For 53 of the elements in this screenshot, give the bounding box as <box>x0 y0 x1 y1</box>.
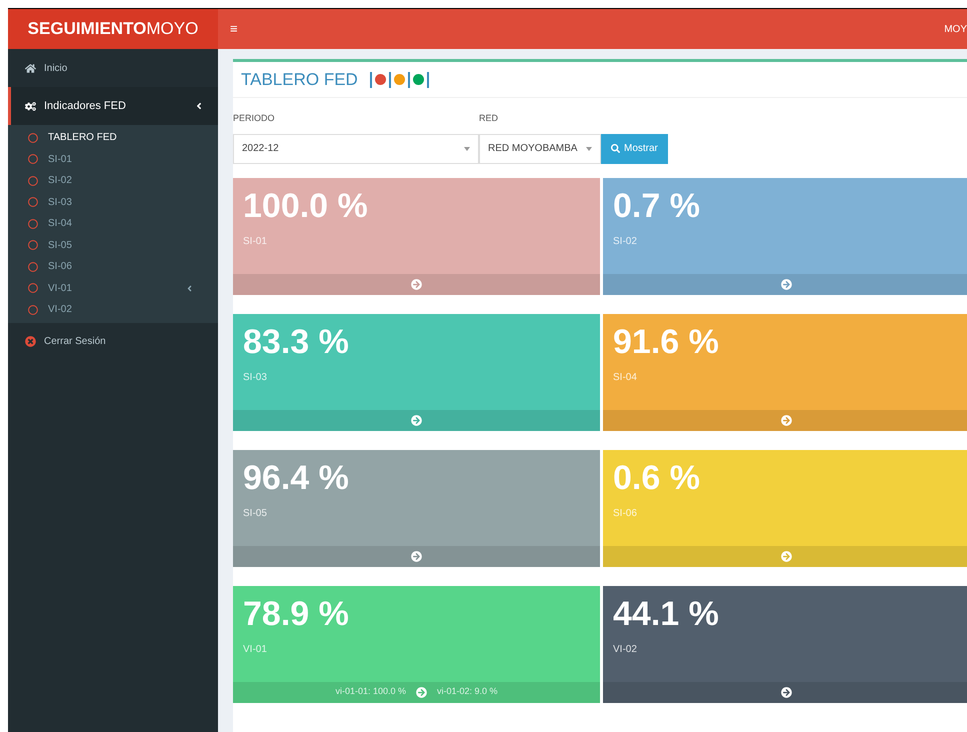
dropdown-caret-icon <box>586 146 592 150</box>
home-icon <box>25 62 36 74</box>
sidebar-item[interactable]: Cerrar Sesión <box>8 322 218 360</box>
gears-icon <box>25 100 36 112</box>
stat-value: 91.6 % <box>613 322 720 362</box>
card-footer[interactable] <box>233 274 600 294</box>
stat-label: SI-06 <box>613 506 637 520</box>
search-icon <box>611 144 620 153</box>
card-footer[interactable] <box>603 682 967 702</box>
caret-icon <box>194 101 204 111</box>
panel-title: TABLERO FED <box>241 68 358 91</box>
submenu-item[interactable]: SI-03 <box>8 192 218 213</box>
submenu-item[interactable]: SI-02 <box>8 170 218 192</box>
card-footer[interactable] <box>233 410 600 430</box>
submenu-item[interactable]: VI-02 <box>8 299 218 320</box>
card-footer[interactable] <box>603 410 967 430</box>
stat-label: SI-02 <box>613 234 637 248</box>
filter-label: PERIODO <box>233 112 276 125</box>
submenu-item[interactable]: SI-06 <box>8 256 218 278</box>
submenu-item[interactable]: SI-01 <box>8 148 218 170</box>
submenu-item[interactable]: VI-01 <box>8 278 218 299</box>
stat-value: 44.1 % <box>613 594 720 634</box>
stat-label: SI-05 <box>243 506 267 520</box>
user-name[interactable]: MOY <box>944 22 967 36</box>
stat-label: VI-01 <box>243 642 267 656</box>
stat-value: 0.7 % <box>613 186 701 226</box>
footer-text: vi-01-02: 9.0 % <box>437 685 498 698</box>
dropdown-caret-icon <box>464 146 470 150</box>
logo[interactable]: SEGUIMIENTOMOYO <box>8 9 218 49</box>
stat-label: SI-03 <box>243 370 267 384</box>
card-footer[interactable] <box>233 546 600 566</box>
filter-label: RED <box>479 112 500 125</box>
menu-toggle[interactable]: ≡ <box>230 19 238 39</box>
submenu-item[interactable]: TABLERO FED <box>8 127 218 148</box>
sidebar-item[interactable]: Inicio <box>8 49 218 87</box>
stat-value: 83.3 % <box>243 322 350 362</box>
stat-label: VI-02 <box>613 642 637 656</box>
close-icon <box>25 336 36 347</box>
card-footer[interactable] <box>603 546 967 566</box>
select-field[interactable]: 2022-12 <box>233 134 479 164</box>
stat-value: 78.9 % <box>243 594 350 634</box>
stat-label: SI-01 <box>243 234 267 248</box>
stat-value: 0.6 % <box>613 458 701 498</box>
stat-value: 96.4 % <box>243 458 350 498</box>
show-button[interactable]: Mostrar <box>601 134 668 164</box>
submenu-item[interactable]: SI-05 <box>8 234 218 256</box>
stat-value: 100.0 % <box>243 186 369 226</box>
footer-text: vi-01-01: 100.0 % <box>335 685 406 698</box>
card-footer[interactable] <box>603 274 967 294</box>
submenu-item[interactable]: SI-04 <box>8 213 218 234</box>
stat-label: SI-04 <box>613 370 637 384</box>
select-field[interactable]: RED MOYOBAMBA <box>479 134 601 164</box>
sidebar-item[interactable]: Indicadores FED <box>8 87 218 125</box>
